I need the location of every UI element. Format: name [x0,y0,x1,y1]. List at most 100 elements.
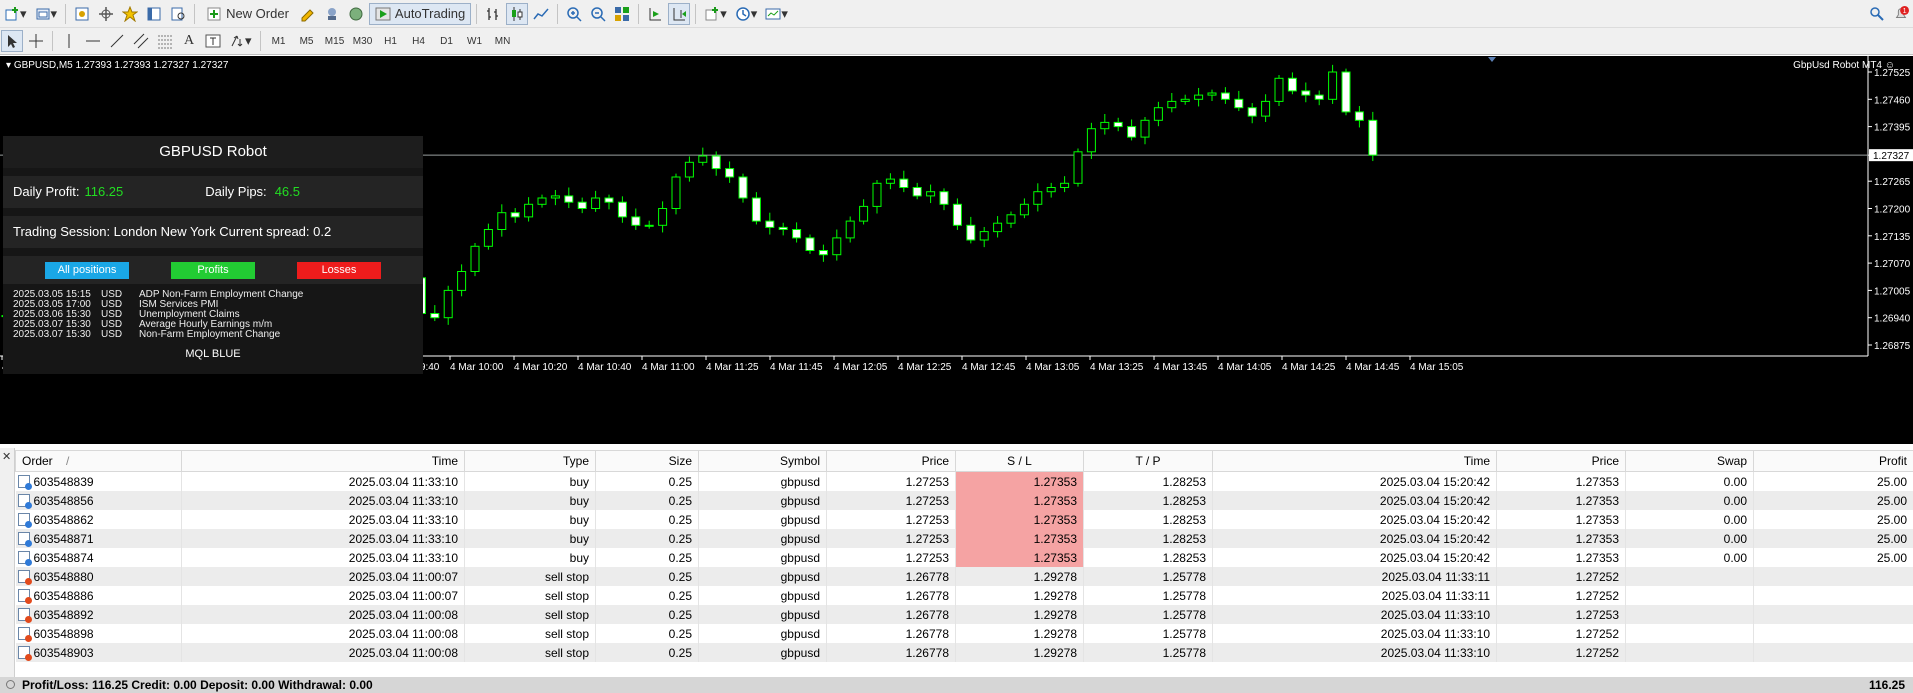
timeframe-m1[interactable]: M1 [266,30,292,52]
data-window-icon[interactable] [95,3,117,25]
candle-body [1086,128,1096,153]
order-id: 603548892 [33,607,94,622]
robot-footer: MQL BLUE [185,348,241,360]
losses-button[interactable]: Losses [297,262,381,279]
candle-body [1287,77,1297,92]
metaeditor-icon[interactable] [297,3,319,25]
column-profit[interactable]: Profit [1753,450,1913,472]
terminal-icon[interactable] [143,3,165,25]
timeframe-h4[interactable]: H4 [406,30,432,52]
table-row[interactable]: 603548839 2025.03.04 11:33:10 buy 0.25 gbpus… [15,471,1913,491]
table-row[interactable]: 603548886 2025.03.04 11:00:07 sell stop 0.2… [15,586,1913,605]
line-chart-icon[interactable] [530,3,552,25]
auto-scroll-icon[interactable] [644,3,666,25]
vertical-line-icon[interactable] [58,30,80,52]
timeframe-h1[interactable]: H1 [378,30,404,52]
column-sl[interactable]: S / L [955,450,1084,472]
bar-chart-icon[interactable] [482,3,504,25]
crosshair-icon[interactable] [25,30,47,52]
navigator-icon[interactable] [119,3,141,25]
column-symbol[interactable]: Symbol [698,450,827,472]
new-order-button[interactable]: New Order [200,3,295,25]
cell-profit: 25.00 [1753,510,1913,529]
profits-button[interactable]: Profits [171,262,255,279]
timeframe-m15[interactable]: M15 [322,30,348,52]
daily-profit-value: 116.25 [84,184,124,199]
column-tp[interactable]: T / P [1083,450,1213,472]
column-order[interactable]: Order / [15,450,182,472]
expert-advisor-label[interactable]: GbpUsd Robot MT4 ☺ [1793,60,1895,71]
candlestick-chart-icon[interactable] [506,2,529,25]
zoom-in-icon[interactable] [563,3,585,25]
close-icon[interactable]: ✕ [2,450,11,463]
cell-close-price: 1.27353 [1496,510,1626,529]
buy-order-icon [17,512,32,528]
cell-close-price: 1.27353 [1496,471,1626,491]
candle-body [1247,107,1257,117]
tile-windows-icon[interactable] [611,3,633,25]
autotrading-button[interactable]: AutoTrading [368,2,472,25]
table-row[interactable]: 603548892 2025.03.04 11:00:08 sell stop 0.2… [15,605,1913,624]
table-row[interactable]: 603548903 2025.03.04 11:00:08 sell stop 0.2… [15,643,1913,662]
session-text: Trading Session: London New York Current… [13,224,332,239]
table-row[interactable]: 603548862 2025.03.04 11:33:10 buy 0.25 gbpus… [15,510,1913,529]
cell-time: 2025.03.04 11:00:07 [181,567,465,586]
cell-time: 2025.03.04 11:00:08 [181,643,465,662]
table-row[interactable]: 603548856 2025.03.04 11:33:10 buy 0.25 gbpus… [15,491,1913,510]
fibonacci-icon[interactable] [154,30,176,52]
notifications-icon[interactable]: 1 [1890,3,1912,25]
signals-icon[interactable] [321,3,343,25]
cell-tp: 1.25778 [1083,643,1213,662]
column-close-price[interactable]: Price [1496,450,1626,472]
order-id: 603548880 [33,569,94,584]
timeframe-m5[interactable]: M5 [294,30,320,52]
profiles-icon[interactable]: ▾ [32,3,61,25]
column-time[interactable]: Time [181,450,465,472]
equidistant-channel-icon[interactable] [130,30,152,52]
cell-profit [1753,624,1913,643]
text-label-icon[interactable] [202,30,224,52]
market-icon[interactable] [345,3,367,25]
column-size[interactable]: Size [595,450,699,472]
all-positions-button[interactable]: All positions [45,262,129,279]
table-row[interactable]: 603548874 2025.03.04 11:33:10 buy 0.25 gbpus… [15,548,1913,567]
horizontal-line-icon[interactable] [82,30,104,52]
column-swap[interactable]: Swap [1625,450,1754,472]
candle-body [1368,119,1378,156]
market-watch-icon[interactable] [71,3,93,25]
periods-icon[interactable]: ▾ [732,3,761,25]
table-row[interactable]: 603548871 2025.03.04 11:33:10 buy 0.25 gbpus… [15,529,1913,548]
table-row[interactable]: 603548898 2025.03.04 11:00:08 sell stop 0.2… [15,624,1913,643]
chart-shift-icon[interactable] [668,2,691,25]
cell-size: 0.25 [595,529,699,548]
cell-sl: 1.29278 [955,624,1084,643]
timeframe-m30[interactable]: M30 [350,30,376,52]
new-order-label: New Order [226,6,289,21]
cursor-icon[interactable] [1,30,23,52]
zoom-out-icon[interactable] [587,3,609,25]
cell-swap [1625,605,1754,624]
indicators-icon[interactable]: ▾ [701,3,730,25]
cell-profit: 25.00 [1753,548,1913,567]
arrows-icon[interactable]: ▾ [226,30,255,52]
price-chart[interactable]: 1.27525 1.27460 1.27395 1.27327 1.27265 1.272… [0,56,1913,444]
column-close-time[interactable]: Time [1212,450,1497,472]
trendline-icon[interactable] [106,30,128,52]
timeframe-mn[interactable]: MN [490,30,516,52]
text-icon[interactable]: A [178,30,200,52]
column-price[interactable]: Price [826,450,956,472]
timeframe-d1[interactable]: D1 [434,30,460,52]
new-chart-icon[interactable]: ▾ [1,3,30,25]
timeframe-w1[interactable]: W1 [462,30,488,52]
strategy-tester-icon[interactable] [167,3,189,25]
column-type[interactable]: Type [464,450,596,472]
candle-body [1046,187,1056,193]
pending-order-icon [17,607,32,623]
search-icon[interactable] [1866,3,1888,25]
candle-body [778,226,788,230]
table-row[interactable]: 603548880 2025.03.04 11:00:07 sell stop 0.2… [15,567,1913,586]
cell-price: 1.27253 [826,529,956,548]
templates-icon[interactable]: ▾ [762,3,791,25]
candle-body [872,182,882,207]
trades-table: Order / Time Type Size Symbol Price S / … [15,450,1913,662]
